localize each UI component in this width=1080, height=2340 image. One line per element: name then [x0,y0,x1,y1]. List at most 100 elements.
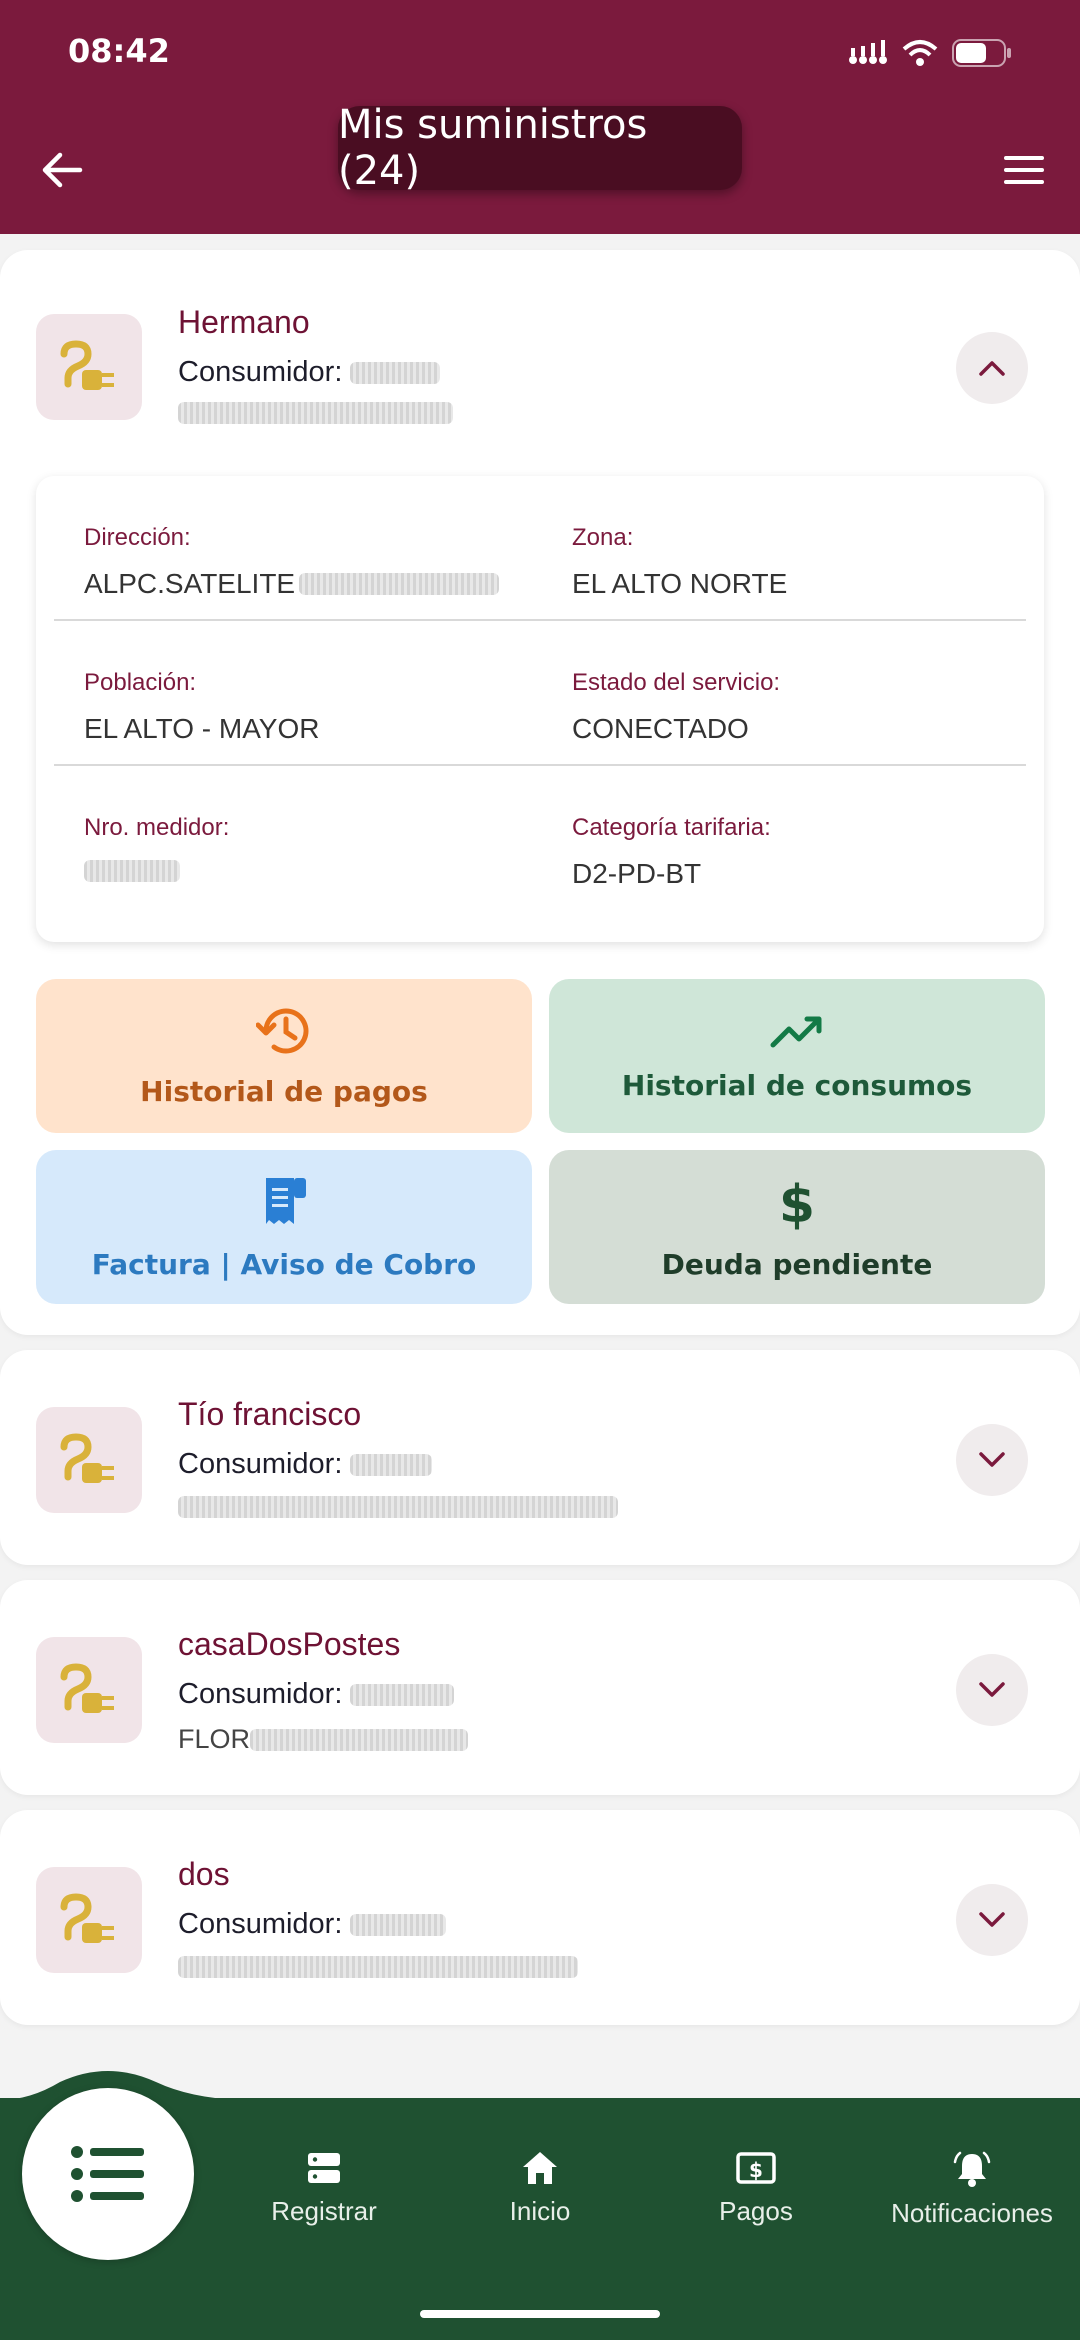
poblacion-value: EL ALTO - MAYOR [84,713,320,744]
direccion-text: ALPC.SATELITE [84,568,296,599]
consumer-label: Consumidor: [178,1908,343,1940]
expand-button[interactable] [956,1424,1028,1496]
redacted-consumer-number [350,1454,433,1477]
svg-text:$: $ [749,2158,763,2182]
address-line [178,1496,618,1518]
status-time: 08:42 [68,32,170,70]
historial-consumos-button[interactable]: Historial de consumos [549,979,1045,1133]
supply-card-dos[interactable]: dos Consumidor: [0,1810,1080,2025]
consumer-line: Consumidor: [178,1678,455,1711]
categoria-label: Categoría tarifaria: [572,814,771,841]
supply-details-panel: Dirección: ALPC.SATELITE Zona: EL ALTO N… [36,476,1044,942]
factura-button[interactable]: Factura | Aviso de Cobro [36,1150,532,1304]
cellular-signal-icon [849,40,887,64]
deuda-pendiente-label: Deuda pendiente [661,1247,933,1281]
historial-pagos-button[interactable]: Historial de pagos [36,979,532,1133]
redacted-meter-number [84,860,180,882]
nav-label: Registrar [271,2196,377,2226]
detail-row: Población: EL ALTO - MAYOR Estado del se… [54,621,1026,766]
plug-icon [60,1433,114,1483]
list-icon [71,2146,144,2202]
zona-value: EL ALTO NORTE [572,568,788,599]
suministros-fab-button[interactable] [22,2088,194,2260]
historial-pagos-label: Historial de pagos [140,1074,428,1108]
estado-value: CONECTADO [572,713,749,744]
page-title: Mis suministros (24) [338,102,742,194]
consumer-label: Consumidor: [178,356,343,388]
nav-label: Inicio [509,2196,571,2226]
supply-name: casaDosPostes [178,1626,401,1662]
supply-icon-box [36,1407,142,1513]
bell-icon [953,2151,991,2187]
address-line [178,1956,578,1978]
categoria-value: D2-PD-BT [572,858,702,889]
menu-button[interactable] [994,140,1054,200]
nav-label: Notificaciones [891,2198,1053,2228]
detail-row: Nro. medidor: Categoría tarifaria: D2-PD… [54,766,1026,911]
nav-label: Pagos [719,2196,793,2226]
consumer-label: Consumidor: [178,1448,343,1480]
supply-name: dos [178,1856,230,1892]
chevron-down-icon [979,1682,1005,1697]
chevron-up-icon [979,361,1005,376]
app-header: 08:42 Mis suministros (24) [0,0,1080,234]
trending-up-icon [770,1016,822,1047]
historial-consumos-label: Historial de consumos [621,1068,973,1102]
supply-name: Hermano [178,304,310,340]
receipt-icon [266,1177,306,1224]
expand-button[interactable] [956,1654,1028,1726]
address-line [178,402,453,424]
redacted-address-detail [299,573,500,595]
redacted-address [178,1496,618,1518]
supply-name: Tío francisco [178,1396,362,1432]
chevron-down-icon [979,1452,1005,1467]
status-icons [848,38,1012,68]
consumer-line: Consumidor: [178,356,441,389]
expand-button[interactable] [956,1884,1028,1956]
supply-card-casadospostes[interactable]: casaDosPostes Consumidor: FLOR [0,1580,1080,1795]
redacted-address [250,1728,469,1751]
arrow-left-icon [42,152,83,188]
supply-icon-box [36,314,142,420]
consumer-line: Consumidor: [178,1908,447,1941]
nav-item-pagos[interactable]: $ Pagos [656,2150,856,2230]
back-button[interactable] [32,140,92,200]
svg-text:$: $ [779,1175,815,1230]
detail-row: Dirección: ALPC.SATELITE Zona: EL ALTO N… [54,476,1026,621]
redacted-address [178,1956,578,1978]
supply-icon-box [36,1637,142,1743]
redacted-address [178,402,453,424]
direccion-value: ALPC.SATELITE [84,568,500,600]
redacted-consumer-number [350,1684,455,1707]
home-indicator [420,2310,660,2318]
chevron-down-icon [979,1912,1005,1927]
nav-item-inicio[interactable]: Inicio [440,2150,640,2230]
nav-item-notificaciones[interactable]: Notificaciones [872,2150,1072,2230]
address-prefix: FLOR [178,1724,251,1754]
zona-label: Zona: [572,524,634,551]
collapse-button[interactable] [956,332,1028,404]
factura-label: Factura | Aviso de Cobro [91,1247,477,1281]
direccion-label: Dirección: [84,524,191,551]
consumer-line: Consumidor: [178,1448,433,1481]
server-icon [308,2153,340,2183]
plug-icon [60,340,114,390]
medidor-value [84,860,180,882]
redacted-consumer-number [350,1914,447,1937]
home-icon [523,2152,557,2184]
hamburger-menu-icon [1004,156,1044,184]
deuda-pendiente-button[interactable]: $ Deuda pendiente [549,1150,1045,1304]
supply-card-tio-francisco[interactable]: Tío francisco Consumidor: [0,1350,1080,1565]
plug-icon [60,1663,114,1713]
supply-icon-box [36,1867,142,1973]
nav-item-registrar[interactable]: Registrar [224,2150,424,2230]
wifi-icon [902,40,938,66]
plug-icon [60,1893,114,1943]
battery-icon [952,39,1011,67]
consumer-label: Consumidor: [178,1678,343,1710]
dollar-bill-icon: $ [736,2152,776,2184]
medidor-label: Nro. medidor: [84,814,230,841]
poblacion-label: Población: [84,669,197,696]
address-line: FLOR [178,1724,469,1755]
estado-label: Estado del servicio: [572,669,781,696]
